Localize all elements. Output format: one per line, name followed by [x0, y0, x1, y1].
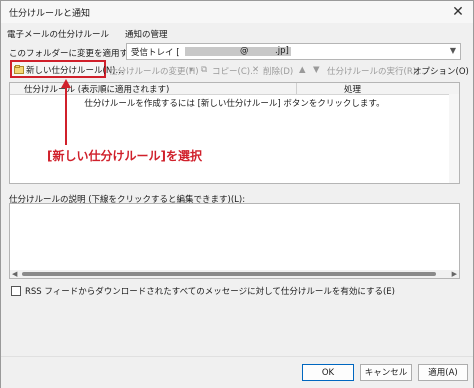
copy-icon: ⧉: [201, 65, 208, 75]
close-icon[interactable]: ✕: [445, 2, 471, 22]
rules-empty-message: 仕分けルールを作成するには [新しい仕分けルール] ボタンをクリックします。: [84, 99, 385, 109]
scroll-right-icon[interactable]: ▶: [452, 270, 457, 278]
new-rule-icon: [14, 65, 24, 74]
annotation-arrow: [61, 79, 71, 145]
scroll-left-icon[interactable]: ◀: [12, 270, 17, 278]
dialog-button-bar: OK キャンセル 適用(A): [1, 356, 473, 388]
scroll-thumb[interactable]: [22, 272, 436, 276]
ok-button[interactable]: OK: [302, 364, 354, 381]
rule-description-box[interactable]: ◀ ▶: [9, 203, 460, 279]
tab-manage-alerts[interactable]: 通知の管理: [125, 28, 168, 40]
folder-select[interactable]: 受信トレイ [ @ .jp] ▼: [126, 43, 461, 60]
description-hscrollbar[interactable]: ◀ ▶: [10, 270, 459, 278]
move-up-icon[interactable]: ▲: [299, 65, 306, 75]
column-header-rule[interactable]: 仕分けルール (表示順に適用されます): [24, 83, 169, 95]
move-down-icon[interactable]: ▼: [313, 65, 320, 75]
delete-icon: ✕: [252, 65, 260, 75]
rules-list[interactable]: 仕分けルール (表示順に適用されます) 処理 仕分けルールを作成するには [新し…: [9, 82, 460, 184]
rules-list-header: 仕分けルール (表示順に適用されます) 処理: [10, 83, 459, 95]
folder-value-at: @: [240, 46, 249, 56]
window-title: 仕分けルールと通知: [9, 9, 91, 19]
folder-value-suffix: .jp]: [275, 46, 289, 56]
rules-list-scrollbar[interactable]: [449, 94, 459, 183]
apply-button[interactable]: 適用(A): [418, 364, 468, 381]
annotation-callout: [新しい仕分けルール]を選択: [47, 149, 202, 163]
tab-email-rules[interactable]: 電子メールの仕分けルール: [7, 28, 109, 40]
folder-value-prefix: 受信トレイ [: [131, 48, 180, 58]
new-rule-button[interactable]: 新しい仕分けルール(N)...: [10, 60, 124, 78]
run-rules-button[interactable]: 仕分けルールの実行(R)...: [327, 65, 424, 77]
options-button[interactable]: オプション(O): [413, 65, 469, 77]
title-bar: 仕分けルールと通知 ✕: [1, 1, 473, 23]
rules-toolbar: 新しい仕分けルール(N)... 仕分けルールの変更(H) ▾ ⧉ コピー(C).…: [9, 60, 469, 81]
cancel-button[interactable]: キャンセル: [360, 364, 412, 381]
column-header-action[interactable]: 処理: [344, 83, 361, 95]
chevron-down-icon: ▼: [449, 46, 456, 55]
delete-button[interactable]: 削除(D): [263, 65, 293, 77]
rss-label: RSS フィードからダウンロードされたすべてのメッセージに対して仕分けルールを有…: [25, 287, 395, 297]
change-rule-button[interactable]: 仕分けルールの変更(H): [109, 65, 199, 77]
column-divider[interactable]: [296, 83, 297, 94]
rules-and-alerts-dialog: 仕分けルールと通知 ✕ 電子メールの仕分けルール 通知の管理 このフォルダーに変…: [0, 0, 474, 388]
chevron-down-icon: ▾: [189, 65, 194, 75]
rss-checkbox[interactable]: [11, 286, 21, 296]
